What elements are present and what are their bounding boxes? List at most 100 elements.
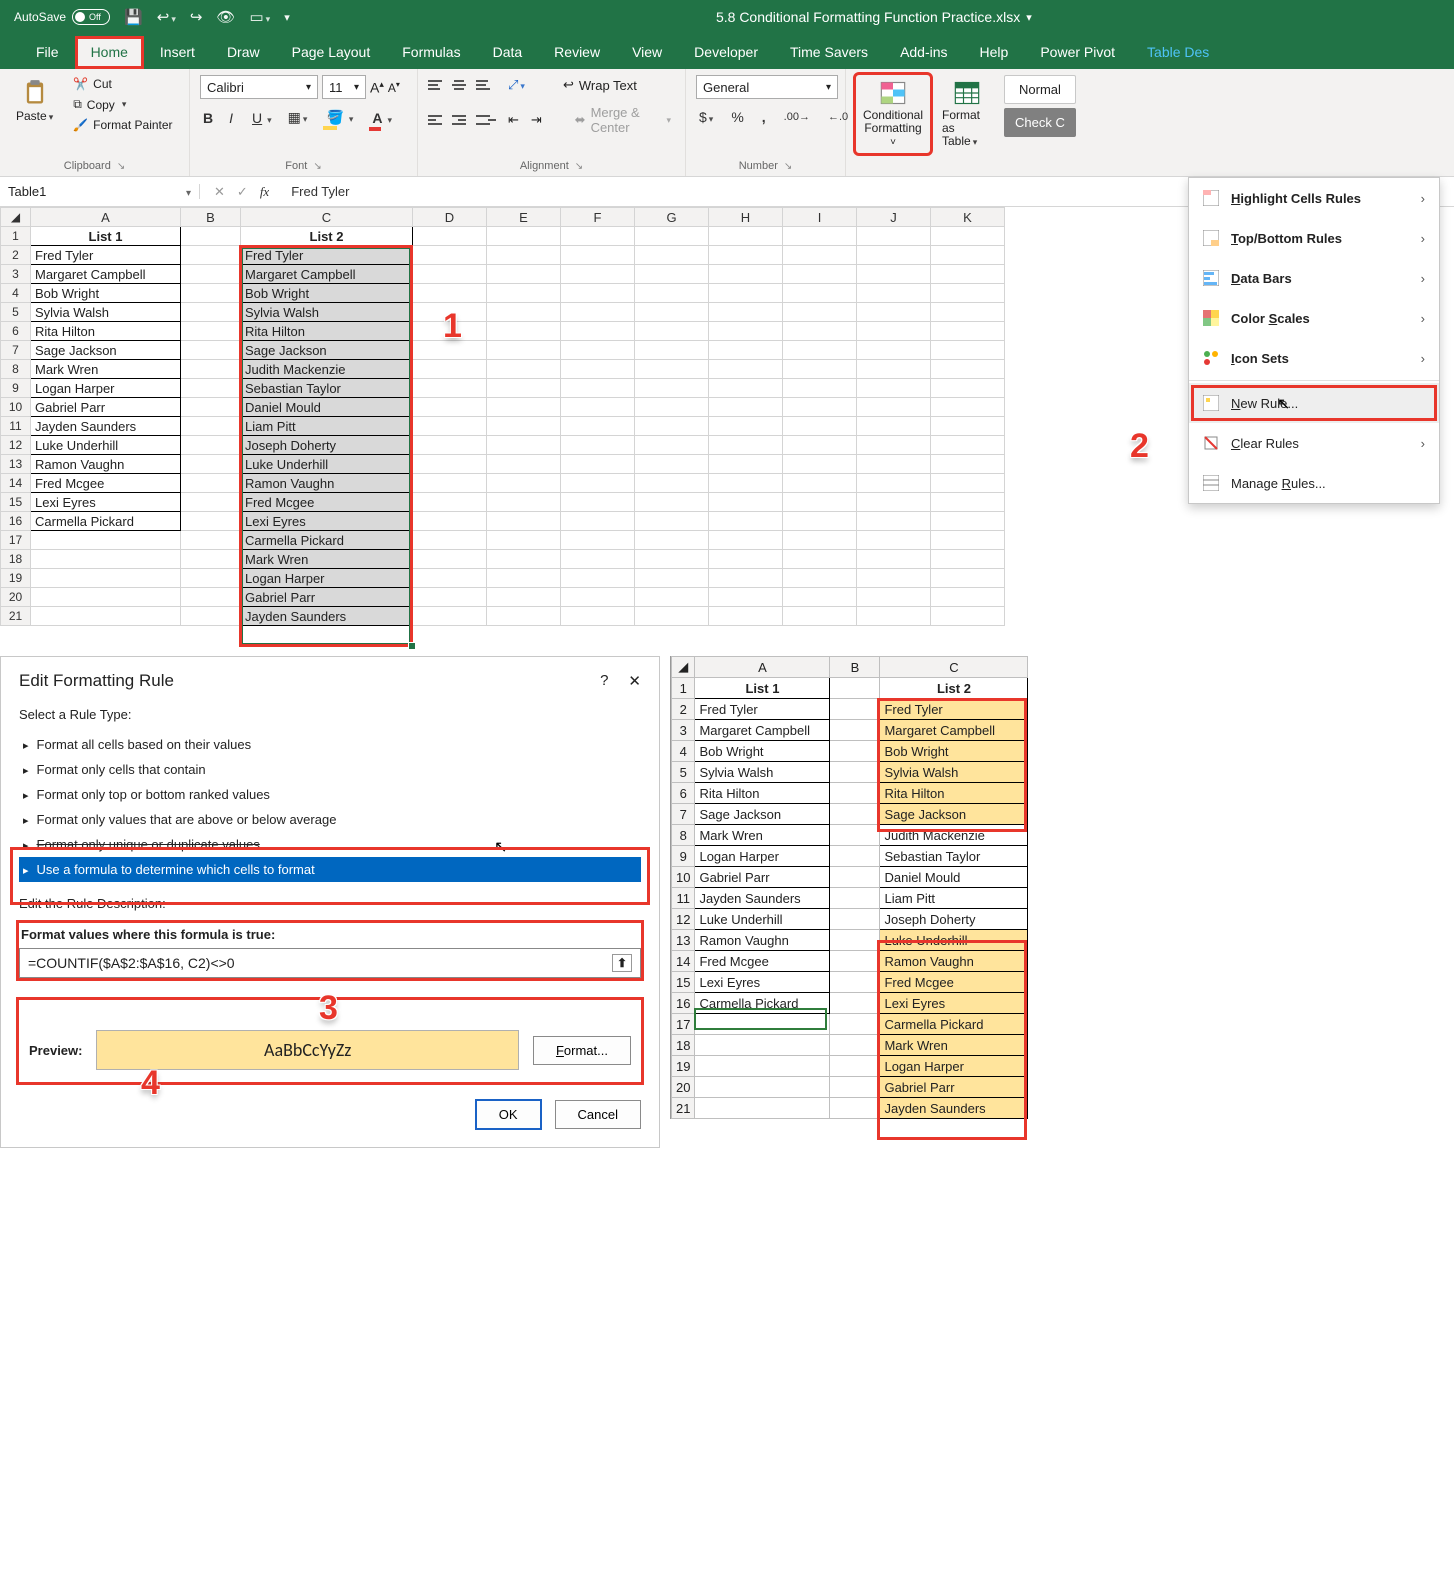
cell-A6[interactable]: Rita Hilton [31,322,181,341]
cell-C20[interactable]: Gabriel Parr [880,1077,1028,1098]
cell-A21[interactable] [695,1098,830,1119]
cell-G12[interactable] [635,436,709,455]
borders-button[interactable]: ▦ [285,107,311,128]
cell-K4[interactable] [931,284,1005,303]
cell-I6[interactable] [783,322,857,341]
cell-J12[interactable] [857,436,931,455]
cell-E8[interactable] [487,360,561,379]
cell-C17[interactable]: Carmella Pickard [880,1014,1028,1035]
cell-K15[interactable] [931,493,1005,512]
font-color-button[interactable]: A [366,108,395,128]
cell-J7[interactable] [857,341,931,360]
cell-H17[interactable] [709,531,783,550]
cf-manage-rules[interactable]: Manage Rules...Manage Rules... [1189,463,1439,503]
tab-insert[interactable]: Insert [144,36,211,69]
cell-C8[interactable]: Judith Mackenzie [241,360,413,379]
cell-K8[interactable] [931,360,1005,379]
number-format-select[interactable]: General▾ [696,75,838,99]
cell-K11[interactable] [931,417,1005,436]
cell-C3[interactable]: Margaret Campbell [880,720,1028,741]
tab-power-pivot[interactable]: Power Pivot [1024,36,1131,69]
cell-E6[interactable] [487,322,561,341]
cell-C10[interactable]: Daniel Mould [241,398,413,417]
cell-A15[interactable]: Lexi Eyres [695,972,830,993]
row-header-20[interactable]: 20 [672,1077,695,1098]
row-header-4[interactable]: 4 [672,741,695,762]
tab-add-ins[interactable]: Add-ins [884,36,963,69]
row-header-6[interactable]: 6 [1,322,31,341]
accounting-format-icon[interactable]: $ [696,107,716,127]
cell-J1[interactable] [857,227,931,246]
cell-C5[interactable]: Sylvia Walsh [241,303,413,322]
cell-D10[interactable] [413,398,487,417]
cell-K20[interactable] [931,588,1005,607]
cell-K6[interactable] [931,322,1005,341]
select-all-cell[interactable]: ◢ [672,657,695,678]
row-header-3[interactable]: 3 [1,265,31,284]
cell-K10[interactable] [931,398,1005,417]
row-header-1[interactable]: 1 [672,678,695,699]
cell-J4[interactable] [857,284,931,303]
range-picker-icon[interactable]: ⬆ [612,954,632,972]
cell-B15[interactable] [181,493,241,512]
cell-J9[interactable] [857,379,931,398]
fill-color-button[interactable]: 🪣 [320,107,356,128]
cell-B5[interactable] [181,303,241,322]
cell-A3[interactable]: Margaret Campbell [31,265,181,284]
cell-E21[interactable] [487,607,561,626]
cell-G8[interactable] [635,360,709,379]
paste-button[interactable]: Paste [10,75,59,127]
cell-A9[interactable]: Logan Harper [695,846,830,867]
cell-J3[interactable] [857,265,931,284]
cell-G21[interactable] [635,607,709,626]
cell-E4[interactable] [487,284,561,303]
cell-I16[interactable] [783,512,857,531]
cell-H4[interactable] [709,284,783,303]
cell-B8[interactable] [181,360,241,379]
cell-E19[interactable] [487,569,561,588]
cell-I12[interactable] [783,436,857,455]
cell-K13[interactable] [931,455,1005,474]
row-header-21[interactable]: 21 [672,1098,695,1119]
cell-E1[interactable] [487,227,561,246]
cell-A5[interactable]: Sylvia Walsh [695,762,830,783]
cell-E10[interactable] [487,398,561,417]
cell-B14[interactable] [830,951,880,972]
cell-G14[interactable] [635,474,709,493]
cell-K17[interactable] [931,531,1005,550]
cf-color-scales[interactable]: Color ScalesColor Scales › [1189,298,1439,338]
percent-format-icon[interactable]: % [728,107,746,127]
cell-A13[interactable]: Ramon Vaughn [695,930,830,951]
cell-B12[interactable] [830,909,880,930]
cell-H8[interactable] [709,360,783,379]
cell-K14[interactable] [931,474,1005,493]
cell-I20[interactable] [783,588,857,607]
redo-icon[interactable]: ↪ [190,8,203,26]
cell-C17[interactable]: Carmella Pickard [241,531,413,550]
cf-new-rule[interactable]: New Ru↖le...New Rule... [1189,383,1439,423]
align-top-icon[interactable] [428,76,448,94]
row-header-11[interactable]: 11 [1,417,31,436]
cell-A10[interactable]: Gabriel Parr [695,867,830,888]
cell-A8[interactable]: Mark Wren [31,360,181,379]
cell-B2[interactable] [830,699,880,720]
cell-J16[interactable] [857,512,931,531]
cell-B16[interactable] [181,512,241,531]
cell-F7[interactable] [561,341,635,360]
cancel-button[interactable]: Cancel [555,1100,641,1129]
autosave-toggle[interactable]: AutoSave Off [14,9,110,25]
align-bottom-icon[interactable] [476,76,496,94]
cell-A17[interactable] [695,1014,830,1035]
cell-B10[interactable] [830,867,880,888]
formula-input[interactable]: Fred Tyler [283,184,349,199]
merge-center-button[interactable]: ⬌Merge & Center [571,103,675,137]
cell-A7[interactable]: Sage Jackson [695,804,830,825]
cell-K16[interactable] [931,512,1005,531]
cell-B4[interactable] [181,284,241,303]
cell-I5[interactable] [783,303,857,322]
cell-F5[interactable] [561,303,635,322]
cell-C21[interactable]: Jayden Saunders [241,607,413,626]
cell-E18[interactable] [487,550,561,569]
cell-B12[interactable] [181,436,241,455]
align-right-icon[interactable] [476,111,496,129]
